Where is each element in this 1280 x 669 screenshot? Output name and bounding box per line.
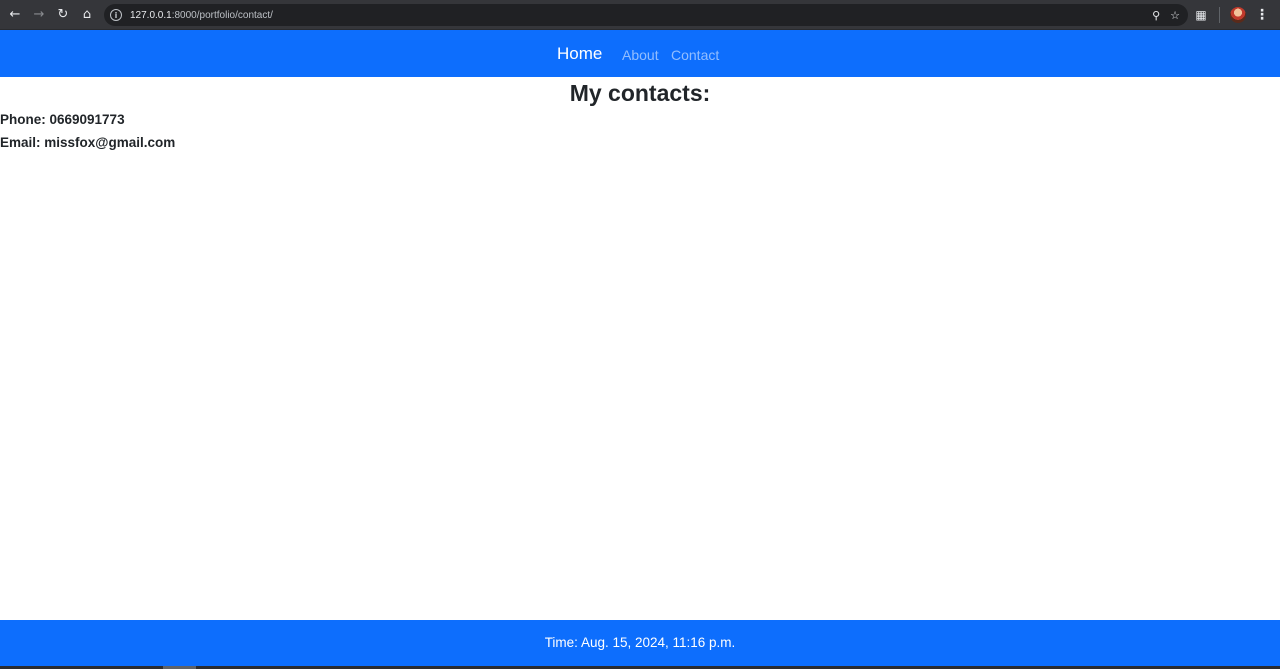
profile-button[interactable] bbox=[1226, 3, 1250, 27]
star-icon[interactable]: ☆ bbox=[1170, 9, 1180, 22]
kebab-menu-icon[interactable]: ⋮ bbox=[1250, 3, 1274, 27]
browser-toolbar: ← → ↻ ⌂ i 127.0.0.1:8000/portfolio/conta… bbox=[0, 0, 1280, 30]
reload-icon[interactable]: ↻ bbox=[51, 3, 75, 27]
zoom-icon[interactable]: ⚲ bbox=[1152, 9, 1160, 22]
site-footer: Time: Aug. 15, 2024, 11:16 p.m. bbox=[0, 620, 1280, 666]
toolbar-divider bbox=[1219, 7, 1220, 23]
url-host: 127.0.0.1 bbox=[130, 9, 172, 21]
email-text: Email: missfox@gmail.com bbox=[0, 135, 176, 150]
home-icon[interactable]: ⌂ bbox=[75, 3, 99, 27]
forward-arrow-icon[interactable]: → bbox=[27, 3, 51, 27]
info-icon[interactable]: i bbox=[110, 9, 122, 21]
page-title: My contacts: bbox=[569, 80, 711, 106]
navbar-brand-home[interactable]: Home bbox=[557, 43, 602, 65]
footer-time: Time: Aug. 15, 2024, 11:16 p.m. bbox=[544, 635, 736, 650]
back-arrow-icon[interactable]: ← bbox=[3, 3, 27, 27]
phone-text: Phone: 0669091773 bbox=[0, 112, 125, 127]
nav-link-about[interactable]: About bbox=[622, 45, 659, 65]
url-path: :8000/portfolio/contact/ bbox=[171, 9, 273, 21]
avatar bbox=[1230, 7, 1246, 23]
puzzle-icon[interactable]: ▦ bbox=[1189, 3, 1213, 27]
address-bar[interactable]: i 127.0.0.1:8000/portfolio/contact/ ⚲ ☆ bbox=[104, 4, 1188, 26]
url-text[interactable]: 127.0.0.1:8000/portfolio/contact/ bbox=[130, 10, 273, 21]
site-navbar: Home About Contact bbox=[0, 30, 1280, 77]
nav-link-contact[interactable]: Contact bbox=[671, 45, 719, 65]
